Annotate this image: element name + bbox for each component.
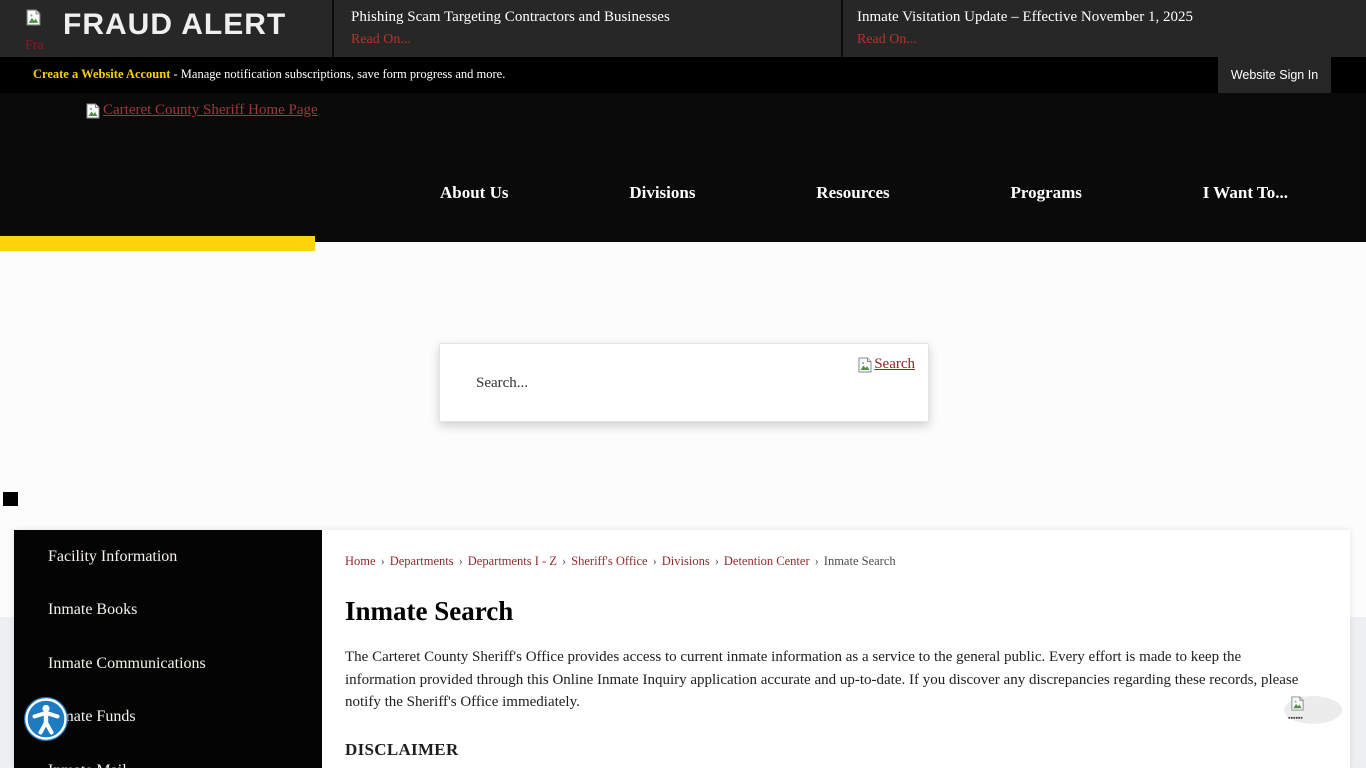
- home-logo-alt-text: Carteret County Sheriff Home Page: [103, 102, 318, 119]
- breadcrumb-separator: ›: [715, 554, 719, 568]
- search-box: Search... Search: [439, 343, 929, 422]
- decorative-black-chip: [3, 492, 18, 506]
- search-link-label: Search: [874, 356, 915, 373]
- site-header: Carteret County Sheriff Home Page About …: [0, 93, 1366, 242]
- sidebar-item-inmate-mail[interactable]: Inmate Mail: [14, 744, 322, 768]
- yellow-accent-bar: [0, 236, 315, 251]
- broken-image-icon: [857, 357, 873, 373]
- read-on-link[interactable]: Read On...: [351, 32, 411, 48]
- breadcrumb-current: Inmate Search: [824, 554, 896, 568]
- breadcrumb: Home › Departments › Departments I - Z › Sheri…: [345, 554, 1312, 569]
- broken-image-icon: [25, 9, 42, 26]
- create-account-link[interactable]: Create a Website Account: [33, 67, 170, 81]
- alert-message: Inmate Visitation Update – Effective Nov…: [843, 0, 1366, 57]
- breadcrumb-divisions[interactable]: Divisions: [662, 554, 710, 568]
- page-title: Inmate Search: [345, 596, 1312, 627]
- website-sign-in-button[interactable]: Website Sign In: [1218, 57, 1331, 93]
- home-logo-link[interactable]: Carteret County Sheriff Home Page: [85, 102, 318, 119]
- feedback-alt-text: ▪▪▪▪▪▪: [1288, 714, 1303, 722]
- breadcrumb-separator: ›: [381, 554, 385, 568]
- alert-message-title: Phishing Scam Targeting Contractors and …: [351, 9, 841, 26]
- nav-item-divisions[interactable]: Divisions: [629, 183, 695, 203]
- breadcrumb-departments-i-z[interactable]: Departments I - Z: [468, 554, 557, 568]
- fraud-alert-title: FRAUD ALERT: [63, 8, 286, 42]
- main-content: Home › Departments › Departments I - Z › Sheri…: [322, 530, 1350, 768]
- breadcrumb-separator: ›: [815, 554, 819, 568]
- breadcrumb-separator: ›: [562, 554, 566, 568]
- sidebar-item-inmate-books[interactable]: Inmate Books: [14, 584, 322, 638]
- alert-message: Phishing Scam Targeting Contractors and …: [334, 0, 843, 57]
- breadcrumb-home[interactable]: Home: [345, 554, 376, 568]
- feedback-widget[interactable]: ▪▪▪▪▪▪: [1282, 694, 1346, 730]
- account-bar-text: Create a Website Account - Manage notifi…: [33, 67, 505, 82]
- sidebar-item-inmate-communications[interactable]: Inmate Communications: [14, 637, 322, 691]
- read-on-link[interactable]: Read On...: [857, 32, 917, 48]
- search-input[interactable]: Search...: [476, 375, 528, 392]
- main-navigation: About Us Divisions Resources Programs I …: [440, 183, 1288, 203]
- broken-image-icon: [1290, 696, 1305, 711]
- emergency-alert-bar: Fra FRAUD ALERT Phishing Scam Targeting …: [0, 0, 1366, 57]
- broken-image-icon: [85, 103, 101, 119]
- content-panel: Facility Information Inmate Books Inmate…: [14, 530, 1350, 768]
- nav-item-programs[interactable]: Programs: [1010, 183, 1081, 203]
- sidebar-item-facility-information[interactable]: Facility Information: [14, 530, 322, 584]
- account-bar-description: - Manage notification subscriptions, sav…: [174, 67, 506, 81]
- page: Fra FRAUD ALERT Phishing Scam Targeting …: [0, 0, 1366, 768]
- alert-message-title: Inmate Visitation Update – Effective Nov…: [857, 9, 1366, 26]
- breadcrumb-sheriffs-office[interactable]: Sheriff's Office: [571, 554, 647, 568]
- search-submit-link[interactable]: Search: [857, 356, 915, 373]
- accessibility-icon: [23, 696, 69, 742]
- fraud-image-alt-text: Fra: [25, 38, 44, 54]
- nav-item-resources[interactable]: Resources: [816, 183, 889, 203]
- accessibility-button[interactable]: [23, 696, 69, 742]
- fraud-alert-block[interactable]: Fra FRAUD ALERT: [0, 0, 334, 57]
- disclaimer-heading: DISCLAIMER: [345, 740, 1312, 760]
- breadcrumb-separator: ›: [459, 554, 463, 568]
- breadcrumb-detention-center[interactable]: Detention Center: [724, 554, 810, 568]
- breadcrumb-separator: ›: [653, 554, 657, 568]
- nav-item-i-want-to[interactable]: I Want To...: [1203, 183, 1288, 203]
- breadcrumb-departments[interactable]: Departments: [390, 554, 454, 568]
- intro-paragraph: The Carteret County Sheriff's Office pro…: [345, 646, 1312, 714]
- nav-item-about-us[interactable]: About Us: [440, 183, 509, 203]
- account-bar: Create a Website Account - Manage notifi…: [0, 57, 1366, 93]
